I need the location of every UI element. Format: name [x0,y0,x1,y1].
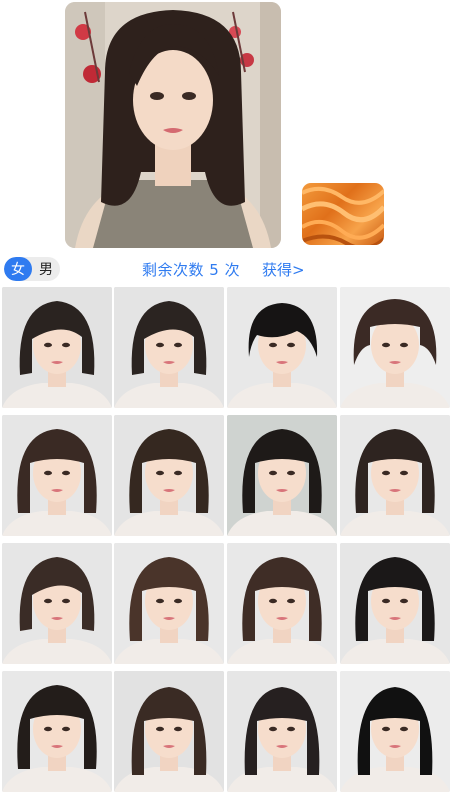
hairstyle-option[interactable] [227,543,337,664]
hairstyle-option[interactable] [2,287,112,408]
hairstyle-portrait [2,543,112,664]
hairstyle-portrait [2,287,112,408]
hairstyle-option[interactable] [2,415,112,536]
hairstyle-option[interactable] [114,287,224,408]
obtain-more-link[interactable]: 获得> [262,259,305,280]
hairstyle-portrait [114,671,224,792]
gender-male-option[interactable]: 男 [32,257,60,281]
hairstyle-option[interactable] [227,415,337,536]
hairstyle-option[interactable] [114,415,224,536]
hairstyle-portrait [2,415,112,536]
selected-face-photo[interactable] [65,2,281,248]
hairstyle-option[interactable] [2,671,112,792]
hairstyle-portrait [114,543,224,664]
hairstyle-portrait [340,543,450,664]
hairstyle-portrait [227,671,337,792]
hairstyle-portrait [227,287,337,408]
hairstyle-app-screen: 女 男 剩余次数 5 次 获得> [0,0,450,800]
hairstyle-option[interactable] [2,543,112,664]
hairstyle-portrait [340,287,450,408]
hairstyle-option[interactable] [114,543,224,664]
hairstyle-portrait [227,543,337,664]
hairstyle-option[interactable] [340,671,450,792]
hairstyle-option[interactable] [227,287,337,408]
hair-texture-illustration [302,186,384,245]
hairstyle-portrait [114,287,224,408]
hairstyle-portrait [114,415,224,536]
hair-color-swatch[interactable] [302,183,384,245]
hairstyle-option[interactable] [340,415,450,536]
hairstyle-option[interactable] [227,671,337,792]
hairstyle-portrait [227,415,337,536]
hairstyle-option[interactable] [340,543,450,664]
remaining-count-text: 剩余次数 5 次 [142,261,241,279]
portrait-illustration [65,2,281,248]
hairstyle-option[interactable] [340,287,450,408]
hairstyle-portrait [2,671,112,792]
gender-toggle: 女 男 [4,257,60,281]
hairstyle-portrait [340,671,450,792]
hairstyle-grid [0,287,450,800]
gender-female-option[interactable]: 女 [4,257,32,281]
hairstyle-option[interactable] [114,671,224,792]
hairstyle-portrait [340,415,450,536]
